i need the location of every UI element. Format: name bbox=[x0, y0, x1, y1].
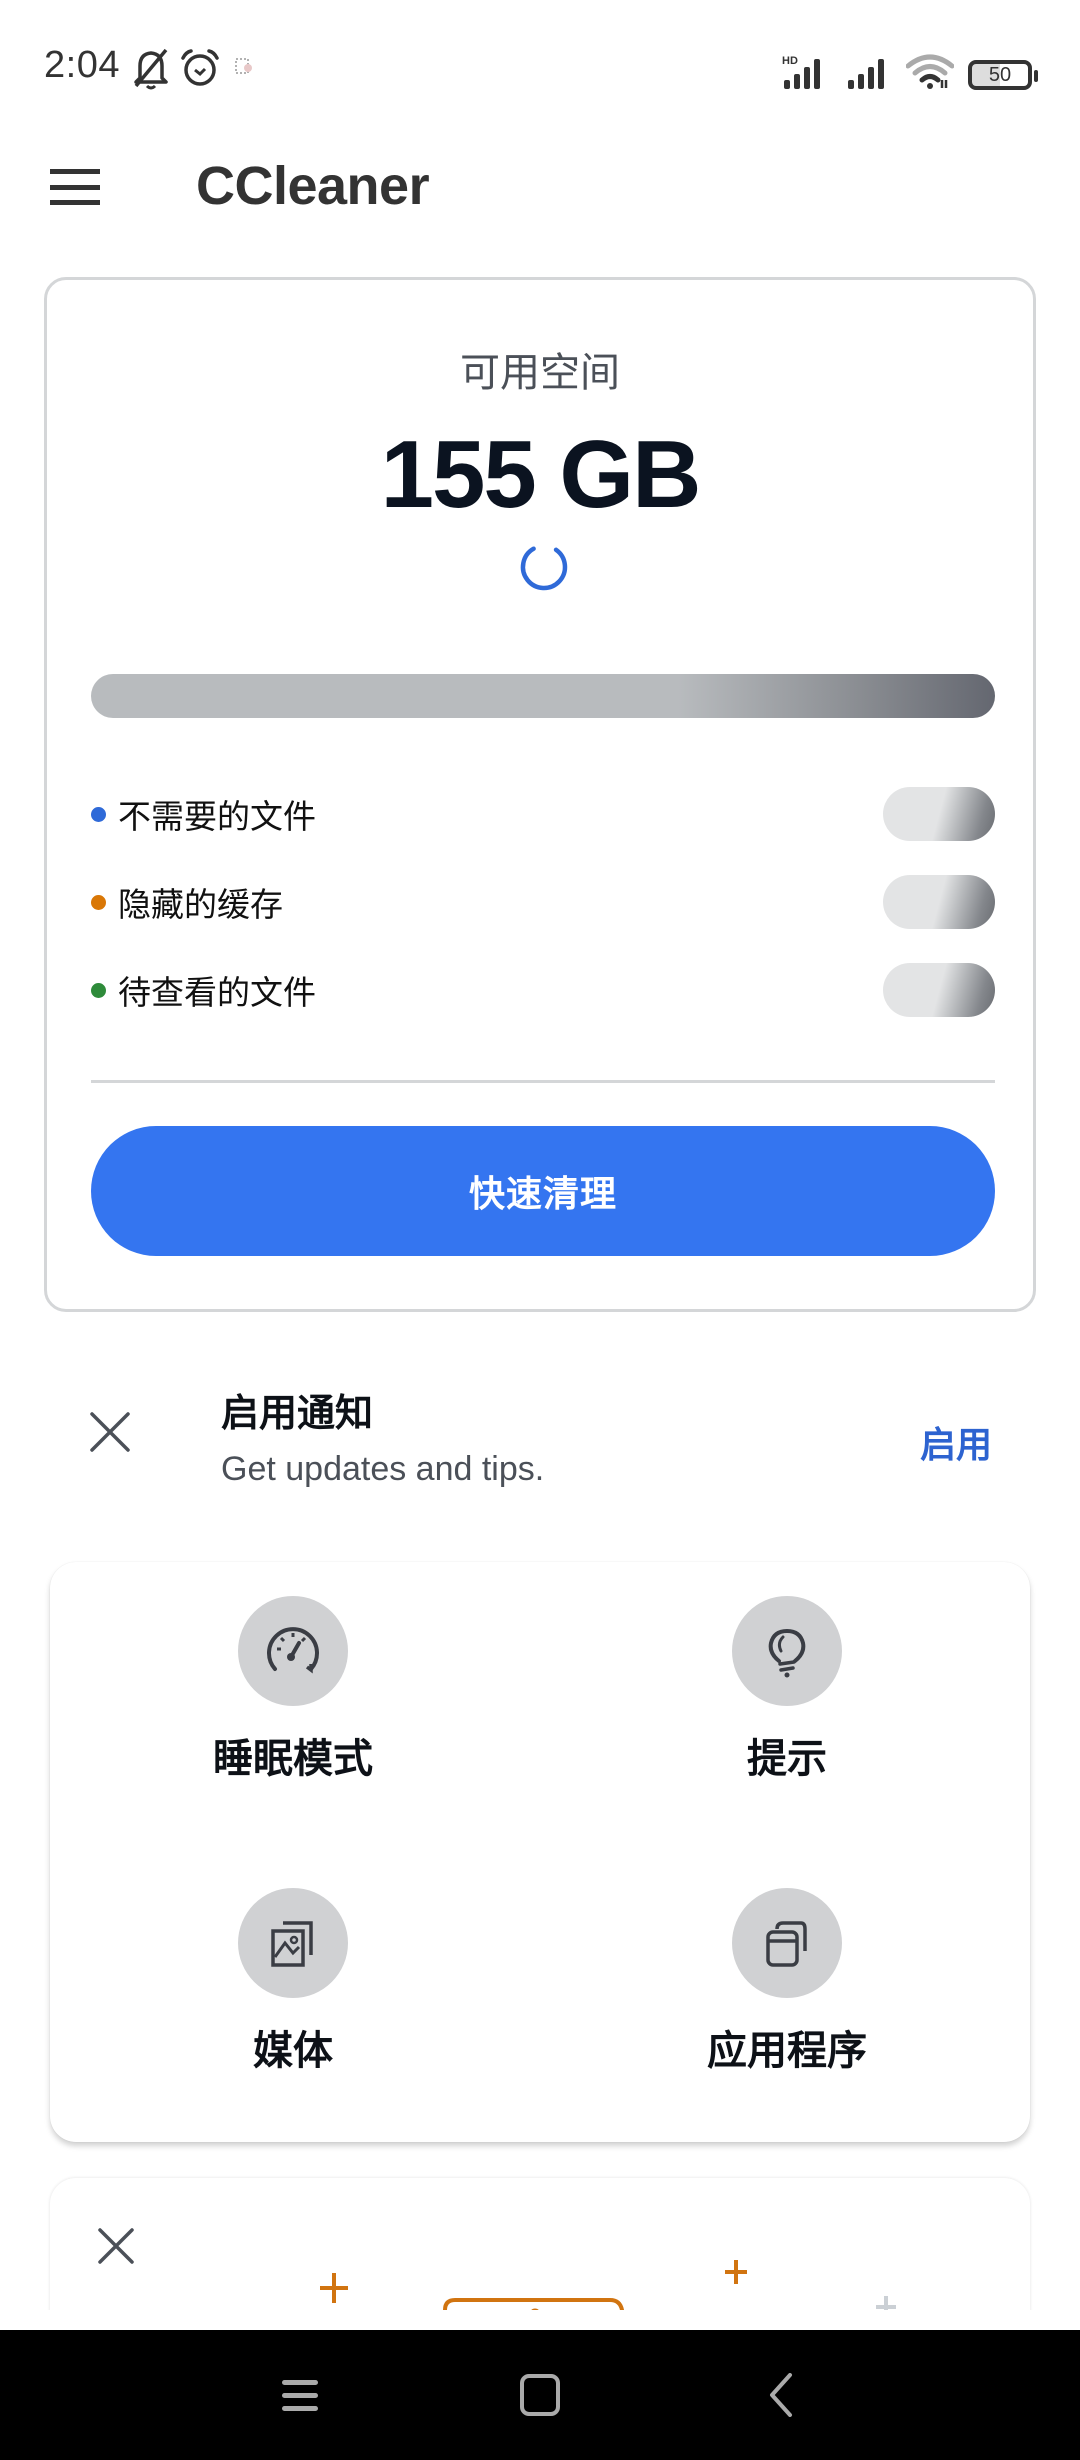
feature-label: 媒体 bbox=[253, 2029, 333, 2073]
feature-label: 睡眠模式 bbox=[213, 1737, 373, 1781]
features-grid-card: 睡眠模式 提示 媒体 应用程序 bbox=[50, 1562, 1030, 2142]
app-notification-icon bbox=[235, 58, 252, 74]
content-clip bbox=[0, 2310, 1080, 2330]
available-space-label: 可用空间 bbox=[460, 351, 620, 395]
status-right-icons: HD 50 bbox=[782, 50, 1038, 90]
legend-dot-orange bbox=[91, 894, 106, 910]
wifi-icon bbox=[906, 54, 954, 89]
alarm-icon bbox=[181, 49, 219, 86]
feature-tile-media[interactable]: 媒体 bbox=[93, 1854, 493, 2094]
legend-label: 不需要的文件 bbox=[118, 798, 316, 835]
legend-label: 待查看的文件 bbox=[118, 974, 316, 1011]
back-icon[interactable] bbox=[750, 2365, 810, 2425]
hamburger-menu-icon[interactable] bbox=[50, 169, 100, 205]
loading-spinner-icon bbox=[520, 546, 568, 591]
feature-tile-tips[interactable]: 提示 bbox=[587, 1562, 987, 1802]
app-title: CCleaner bbox=[196, 156, 430, 216]
legend-value-placeholder bbox=[883, 787, 995, 841]
speedometer-icon bbox=[238, 1596, 348, 1706]
legend-label: 隐藏的缓存 bbox=[118, 886, 283, 923]
hd-signal-icon: HD bbox=[782, 55, 820, 89]
feature-tile-apps[interactable]: 应用程序 bbox=[587, 1854, 987, 2094]
battery-level: 50 bbox=[988, 63, 1012, 86]
legend-value-placeholder bbox=[883, 963, 995, 1017]
close-icon[interactable] bbox=[88, 1410, 132, 1454]
signal-icon bbox=[848, 59, 884, 89]
quick-clean-button[interactable]: 快速清理 bbox=[91, 1126, 995, 1256]
feature-tile-sleep-mode[interactable]: 睡眠模式 bbox=[93, 1562, 493, 1802]
feature-label: 提示 bbox=[747, 1737, 827, 1781]
legend-dot-green bbox=[91, 982, 106, 998]
network-badge: HD bbox=[782, 55, 798, 67]
home-icon[interactable] bbox=[510, 2365, 570, 2425]
close-icon[interactable] bbox=[96, 2226, 136, 2266]
legend-item-files-to-review: 待查看的文件 bbox=[91, 962, 995, 1018]
battery-icon: 50 bbox=[968, 60, 1038, 90]
available-space-value: 155 GB bbox=[380, 421, 702, 528]
storage-card: 可用空间 155 GB 不需要的文件 隐藏的缓存 待查看的文件 快速清理 bbox=[44, 277, 1036, 1312]
status-bar: 2:04 HD 50 bbox=[0, 0, 1080, 135]
legend-value-placeholder bbox=[883, 875, 995, 929]
lightbulb-icon bbox=[732, 1596, 842, 1706]
enable-notifications-button[interactable]: 启用 bbox=[920, 1416, 992, 1468]
app-bar: CCleaner bbox=[0, 135, 1080, 240]
recents-icon[interactable] bbox=[270, 2365, 330, 2425]
storage-usage-bar bbox=[91, 674, 995, 718]
apps-stack-icon bbox=[732, 1888, 842, 1998]
media-gallery-icon bbox=[238, 1888, 348, 1998]
card-divider bbox=[91, 1080, 995, 1083]
status-time: 2:04 bbox=[44, 44, 120, 86]
system-nav-bar bbox=[0, 2330, 1080, 2460]
legend-dot-blue bbox=[91, 806, 106, 822]
notification-prompt: 启用通知 Get updates and tips. 启用 bbox=[0, 1360, 1080, 1510]
notification-subtitle: Get updates and tips. bbox=[221, 1450, 545, 1488]
legend-item-junk-files: 不需要的文件 bbox=[91, 786, 995, 842]
notification-title: 启用通知 bbox=[221, 1393, 374, 1435]
feature-label: 应用程序 bbox=[707, 2029, 867, 2073]
legend-item-hidden-cache: 隐藏的缓存 bbox=[91, 874, 995, 930]
bell-off-icon bbox=[134, 48, 168, 90]
